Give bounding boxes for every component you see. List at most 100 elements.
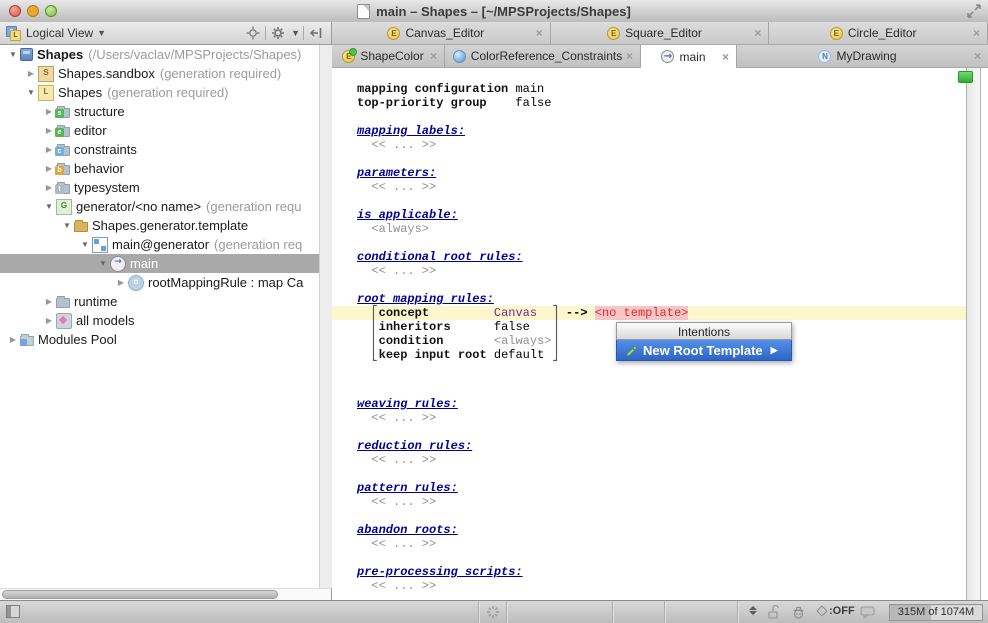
- tree-item-rootmappingrule-map-ca[interactable]: ▶rootMappingRule : map Ca: [0, 273, 331, 292]
- typesystem-off-indicator[interactable]: :OFF: [818, 605, 855, 617]
- editor-line[interactable]: parameters:: [332, 166, 966, 180]
- position-spinner-icon[interactable]: [749, 606, 757, 615]
- tree-item-main-generator[interactable]: ▼main@generator(generation req: [0, 235, 331, 254]
- scroll-to-source-icon[interactable]: [244, 24, 262, 42]
- editor-line[interactable]: [332, 194, 966, 208]
- editor-line[interactable]: << ... >>: [332, 264, 966, 278]
- tab-close-icon[interactable]: ×: [973, 27, 980, 39]
- tab-close-icon[interactable]: ×: [536, 27, 543, 39]
- editor-line[interactable]: [332, 376, 966, 390]
- tree-expand-arrow[interactable]: ▶: [42, 297, 56, 306]
- tree-vertical-scrollbar[interactable]: [319, 45, 332, 588]
- title-bar[interactable]: main – Shapes – [~/MPSProjects/Shapes]: [0, 0, 988, 23]
- editor-line[interactable]: [332, 467, 966, 481]
- tree-expand-arrow[interactable]: ▶: [114, 278, 128, 287]
- view-mode-label[interactable]: Logical View: [26, 26, 93, 40]
- tree-expand-arrow[interactable]: ▼: [96, 259, 110, 268]
- background-tasks-icon[interactable]: [486, 605, 500, 622]
- chevron-down-icon[interactable]: ▼: [97, 28, 106, 38]
- scrollbar-thumb[interactable]: [2, 590, 278, 599]
- tree-expand-arrow[interactable]: ▼: [60, 221, 74, 230]
- editor-line[interactable]: [332, 509, 966, 523]
- tab-mydrawing[interactable]: MyDrawing×: [737, 45, 988, 67]
- editor-line[interactable]: <always>: [332, 222, 966, 236]
- tab-square-editor[interactable]: Square_Editor×: [551, 22, 770, 44]
- tab-close-icon[interactable]: ×: [754, 27, 761, 39]
- toolwindow-toggle-icon[interactable]: [6, 605, 20, 618]
- tree-expand-arrow[interactable]: ▶: [6, 335, 20, 344]
- editor-line[interactable]: << ... >>: [332, 579, 966, 593]
- tree-expand-arrow[interactable]: ▼: [24, 88, 38, 97]
- minimize-window-button[interactable]: [27, 5, 39, 17]
- tree-item-editor[interactable]: ▶editor: [0, 121, 331, 140]
- zoom-window-button[interactable]: [45, 5, 57, 17]
- event-log-bubble-icon[interactable]: [860, 605, 876, 622]
- editor-line[interactable]: << ... >>: [332, 453, 966, 467]
- editor-line[interactable]: << ... >>: [332, 411, 966, 425]
- tree-item-shapes-sandbox[interactable]: ▶Shapes.sandbox(generation required): [0, 64, 331, 83]
- editor-vertical-scrollbar[interactable]: [966, 68, 981, 600]
- editor-line[interactable]: conditional root rules:: [332, 250, 966, 264]
- tab-colorreference-constraints[interactable]: ColorReference_Constraints×: [445, 45, 641, 67]
- tab-close-icon[interactable]: ×: [722, 51, 729, 63]
- tree-item-behavior[interactable]: ▶behavior: [0, 159, 331, 178]
- tab-shapecolor[interactable]: ShapeColor×: [332, 45, 445, 67]
- tree-horizontal-scrollbar[interactable]: [0, 588, 332, 600]
- tree-expand-arrow[interactable]: ▶: [42, 107, 56, 116]
- editor-line[interactable]: [332, 425, 966, 439]
- tree-expand-arrow[interactable]: ▶: [42, 316, 56, 325]
- tree-expand-arrow[interactable]: ▶: [24, 69, 38, 78]
- editor-line[interactable]: [332, 362, 966, 376]
- tree-item-modules-pool[interactable]: ▶Modules Pool: [0, 330, 331, 349]
- editor-line[interactable]: [332, 236, 966, 250]
- analysis-ok-indicator[interactable]: [958, 71, 973, 83]
- unlock-icon[interactable]: [766, 605, 780, 623]
- tree-item-runtime[interactable]: ▶runtime: [0, 292, 331, 311]
- editor-line[interactable]: << ... >>: [332, 138, 966, 152]
- editor-line[interactable]: ⎡concept Canvas ⎤ --> <no template>: [332, 306, 966, 320]
- memory-indicator[interactable]: 315M of 1074M: [889, 604, 983, 621]
- tab-canvas-editor[interactable]: Canvas_Editor×: [332, 22, 551, 44]
- editor-line[interactable]: weaving rules:: [332, 397, 966, 411]
- editor-line[interactable]: [332, 110, 966, 124]
- editor-line[interactable]: pre-processing scripts:: [332, 565, 966, 579]
- editor-line[interactable]: << ... >>: [332, 537, 966, 551]
- editor-line[interactable]: [332, 551, 966, 565]
- tab-close-icon[interactable]: ×: [430, 50, 437, 62]
- tree-expand-arrow[interactable]: ▼: [6, 50, 20, 59]
- gear-icon[interactable]: [269, 24, 287, 42]
- gear-chevron-icon[interactable]: ▼: [291, 28, 300, 38]
- editor-line[interactable]: pattern rules:: [332, 481, 966, 495]
- editor-line[interactable]: [332, 152, 966, 166]
- close-window-button[interactable]: [9, 5, 21, 17]
- tree-expand-arrow[interactable]: ▶: [42, 164, 56, 173]
- editor-line[interactable]: top-priority group false: [332, 96, 966, 110]
- intention-new-root-template[interactable]: New Root Template ▶: [616, 340, 792, 361]
- collapse-panel-icon[interactable]: [307, 24, 325, 42]
- tree-item-constraints[interactable]: ▶constraints: [0, 140, 331, 159]
- editor-line[interactable]: << ... >>: [332, 495, 966, 509]
- fullscreen-icon[interactable]: [966, 3, 982, 19]
- tree-item-shapes[interactable]: ▼Shapes(/Users/vaclav/MPSProjects/Shapes…: [0, 45, 331, 64]
- tree-expand-arrow[interactable]: ▶: [42, 126, 56, 135]
- tree-expand-arrow[interactable]: ▶: [42, 183, 56, 192]
- tree-expand-arrow[interactable]: ▶: [42, 145, 56, 154]
- tab-circle-editor[interactable]: Circle_Editor×: [769, 22, 988, 44]
- editor-line[interactable]: [332, 278, 966, 292]
- tree-expand-arrow[interactable]: ▼: [78, 240, 92, 249]
- editor-line[interactable]: mapping labels:: [332, 124, 966, 138]
- editor-line[interactable]: mapping configuration main: [332, 82, 966, 96]
- editor-line[interactable]: reduction rules:: [332, 439, 966, 453]
- editor-line[interactable]: << ... >>: [332, 180, 966, 194]
- editor-line[interactable]: abandon roots:: [332, 523, 966, 537]
- tab-close-icon[interactable]: ×: [626, 50, 633, 62]
- tree-item-structure[interactable]: ▶structure: [0, 102, 331, 121]
- tree-item-main[interactable]: ▼main: [0, 254, 331, 273]
- tree-item-shapes[interactable]: ▼Shapes(generation required): [0, 83, 331, 102]
- editor-line[interactable]: is applicable:: [332, 208, 966, 222]
- tree-item-shapes-generator-template[interactable]: ▼Shapes.generator.template: [0, 216, 331, 235]
- tree-expand-arrow[interactable]: ▼: [42, 202, 56, 211]
- tab-main[interactable]: main×: [641, 45, 737, 68]
- tree-item-generator-no-name[interactable]: ▼generator/<no name>(generation requ: [0, 197, 331, 216]
- tree-item-typesystem[interactable]: ▶typesystem: [0, 178, 331, 197]
